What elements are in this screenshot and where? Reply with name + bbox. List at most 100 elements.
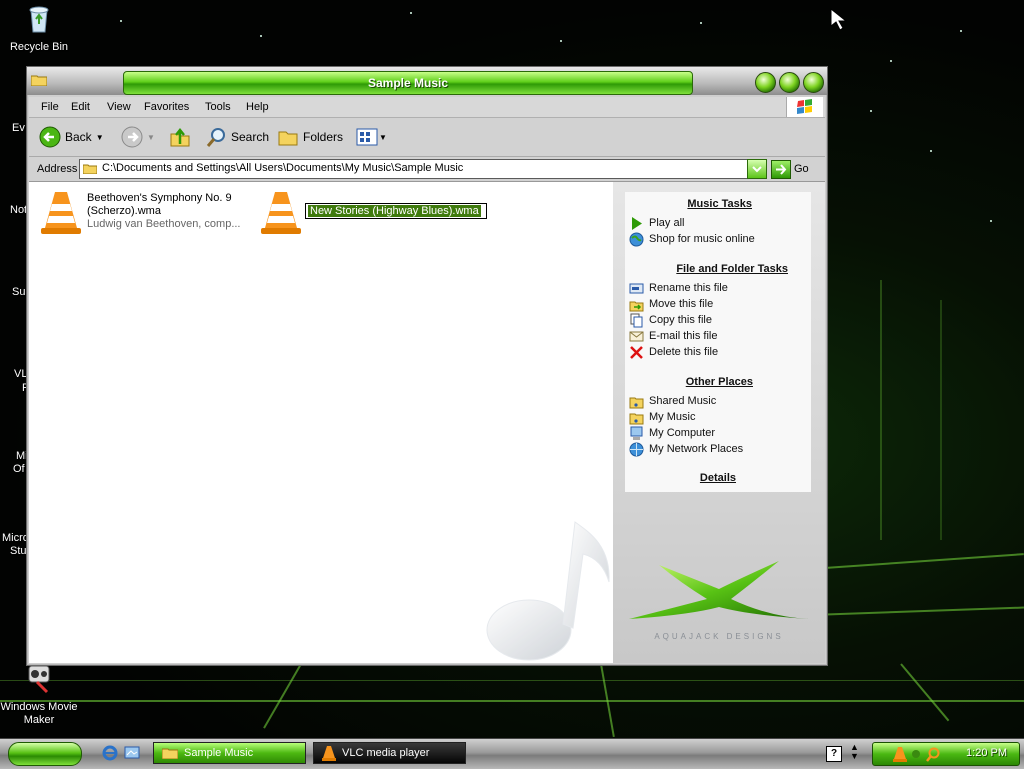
file-name: Beethoven's Symphony No. 9 (Scherzo).wma (87, 192, 232, 217)
network-globe-icon (629, 442, 644, 456)
search-icon (206, 128, 225, 147)
taskbar-button-sample-music[interactable]: Sample Music (153, 742, 306, 764)
grid-line (826, 606, 1024, 616)
search-button[interactable]: Search (205, 124, 269, 150)
email-icon (629, 331, 644, 341)
play-icon (632, 216, 642, 230)
internet-explorer-icon[interactable] (102, 745, 118, 761)
vlc-cone-icon (41, 192, 81, 234)
star (890, 60, 892, 62)
star (870, 110, 872, 112)
desktop-icon-label-partial[interactable]: Stu (10, 545, 27, 557)
folder-icon (31, 75, 47, 86)
star (700, 22, 702, 24)
music-folder-icon (629, 397, 644, 408)
task-label: Shared Music (649, 395, 717, 407)
desktop-icon-windows-movie-maker[interactable]: Windows Movie Maker (0, 662, 78, 727)
music-note-watermark-icon (486, 521, 610, 661)
forward-dropdown-icon[interactable]: ▼ (147, 133, 155, 142)
file-folder-tasks-title[interactable]: File and Folder Tasks (625, 263, 811, 275)
start-button[interactable] (8, 742, 82, 766)
back-button[interactable]: Back ▼ (39, 124, 104, 150)
help-icon[interactable]: ? (826, 746, 842, 762)
search-label: Search (231, 130, 270, 144)
task-move[interactable]: Move this file (629, 296, 713, 312)
menu-favorites[interactable]: Favorites (144, 101, 189, 113)
menu-view[interactable]: View (107, 101, 131, 113)
up-folder-icon (170, 127, 190, 147)
address-dropdown-button[interactable] (747, 159, 767, 179)
menu-file[interactable]: File (41, 101, 59, 113)
show-desktop-icon[interactable] (124, 745, 140, 761)
task-email[interactable]: E-mail this file (629, 328, 717, 344)
explorer-window: Sample Music File Edit View Favorites To… (26, 66, 828, 666)
go-arrow-icon[interactable] (771, 160, 791, 179)
tray-status-icon[interactable] (911, 749, 921, 759)
up-folder-button[interactable] (169, 124, 191, 150)
grid-line (900, 663, 950, 722)
grid-line (826, 553, 1024, 569)
place-shared-music[interactable]: Shared Music (629, 393, 716, 409)
forward-button[interactable]: ▼ (121, 124, 155, 150)
title-bar[interactable]: Sample Music (27, 67, 827, 95)
file-list: Beethoven's Symphony No. 9 (Scherzo).wma… (29, 182, 613, 663)
task-label: Play all (649, 217, 685, 229)
copy-icon (630, 313, 643, 327)
music-tasks-title[interactable]: Music Tasks (625, 198, 811, 210)
back-dropdown-icon[interactable]: ▼ (96, 133, 104, 142)
taskbar-button-label: Sample Music (184, 747, 254, 759)
delete-x-icon (630, 345, 643, 359)
minimize-button[interactable] (755, 72, 776, 93)
star (960, 30, 962, 32)
computer-icon (630, 426, 643, 440)
task-rename[interactable]: Rename this file (629, 280, 728, 296)
tray-search-icon[interactable] (925, 746, 941, 762)
file-item[interactable] (253, 188, 313, 238)
clock[interactable]: 1:20 PM (966, 747, 1007, 759)
task-label: Move this file (649, 298, 714, 310)
task-label: Rename this file (649, 282, 728, 294)
tray-expand-chevron-icon[interactable]: ▲ ▼ (850, 743, 860, 761)
taskbar-button-vlc[interactable]: VLC media player (313, 742, 466, 764)
folders-button[interactable]: Folders (277, 124, 343, 150)
address-path: C:\Documents and Settings\All Users\Docu… (102, 162, 464, 174)
place-network[interactable]: My Network Places (629, 441, 743, 457)
task-copy[interactable]: Copy this file (629, 312, 712, 328)
vlc-tray-icon[interactable] (893, 746, 907, 762)
back-arrow-icon (39, 126, 61, 148)
grid-line (940, 300, 942, 540)
task-shop-online[interactable]: Shop for music online (629, 231, 755, 247)
place-my-music[interactable]: My Music (629, 409, 695, 425)
go-button[interactable]: Go (794, 163, 809, 175)
grid-line (263, 663, 302, 729)
desktop-icon-label-partial[interactable]: Of (13, 463, 25, 475)
task-play-all[interactable]: Play all (629, 215, 684, 231)
task-label: Shop for music online (649, 233, 755, 245)
desktop-icon-label-partial[interactable]: Not (10, 204, 27, 216)
views-dropdown-icon[interactable]: ▼ (379, 133, 387, 142)
menu-tools[interactable]: Tools (205, 101, 231, 113)
other-places-title[interactable]: Other Places (625, 376, 811, 388)
maximize-button[interactable] (779, 72, 800, 93)
rename-selected-text: New Stories (Highway Blues).wma (308, 205, 481, 217)
views-button[interactable]: ▼ (355, 124, 387, 150)
address-input[interactable]: C:\Documents and Settings\All Users\Docu… (79, 159, 753, 179)
place-my-computer[interactable]: My Computer (629, 425, 715, 441)
menu-edit[interactable]: Edit (71, 101, 90, 113)
grid-line (880, 280, 882, 540)
desktop-icon-label-partial[interactable]: Ev (12, 122, 25, 134)
desktop-icon-recycle-bin[interactable]: Recycle Bin (0, 2, 78, 54)
music-folder-icon (629, 413, 644, 424)
rename-input[interactable]: New Stories (Highway Blues).wma (304, 202, 488, 220)
task-pane: Music Tasks Play all Shop for music onli… (613, 182, 825, 663)
desktop-icon-label: Maker (23, 714, 55, 726)
star (990, 220, 992, 222)
desktop-icon-label-partial[interactable]: Su (12, 286, 25, 298)
file-artist: Ludwig van Beethoven, comp... (87, 218, 241, 230)
desktop-icon-label-partial[interactable]: Micro (2, 532, 29, 544)
menu-help[interactable]: Help (246, 101, 269, 113)
task-delete[interactable]: Delete this file (629, 344, 718, 360)
file-item[interactable]: Beethoven's Symphony No. 9 (Scherzo).wma… (33, 188, 273, 238)
close-button[interactable] (803, 72, 824, 93)
details-title[interactable]: Details (625, 472, 811, 484)
